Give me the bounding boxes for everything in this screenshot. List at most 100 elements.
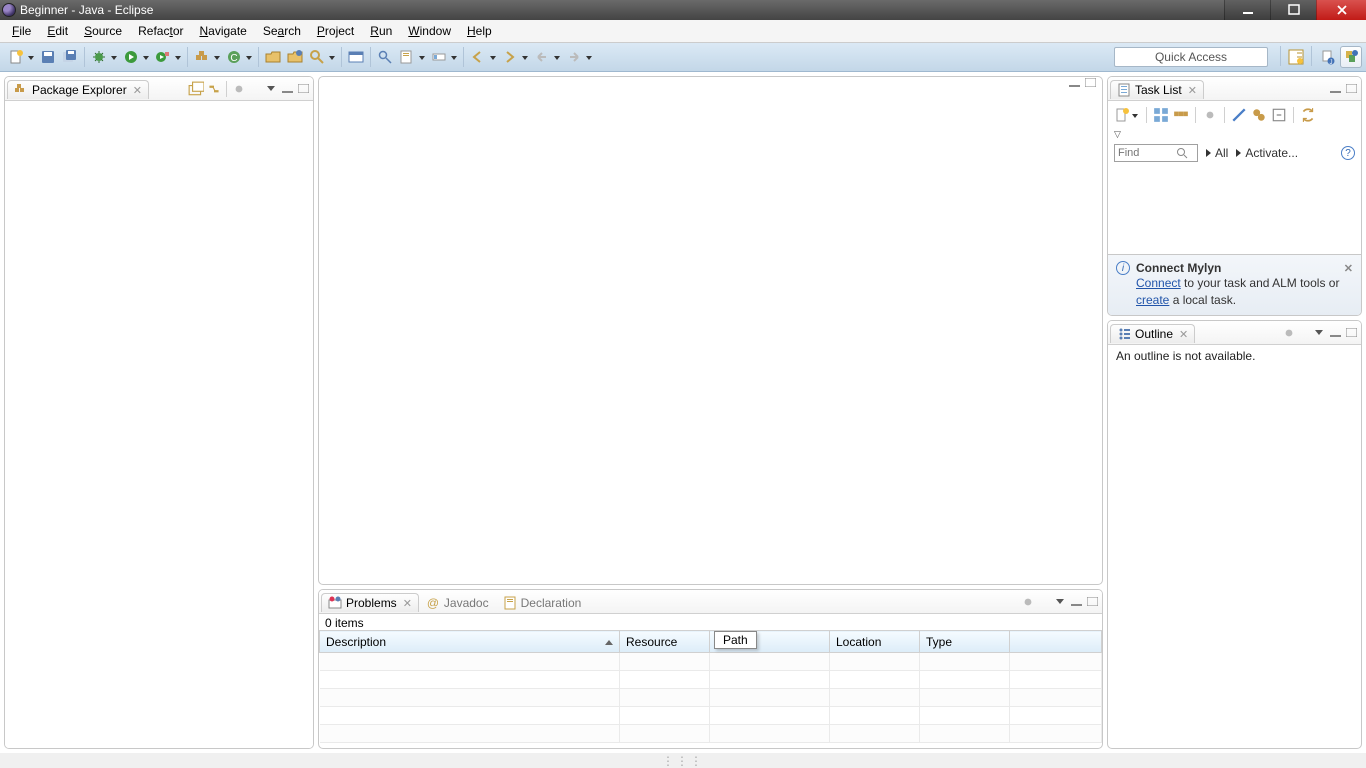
- menu-navigate[interactable]: Navigate: [191, 22, 254, 40]
- col-resource[interactable]: Resource: [620, 631, 710, 653]
- mylyn-close-icon[interactable]: ✕: [1344, 262, 1353, 275]
- minimize-button[interactable]: [1224, 0, 1270, 20]
- mylyn-text: to your task and ALM tools or: [1181, 276, 1340, 290]
- annotate-button[interactable]: [397, 47, 427, 67]
- back-button[interactable]: [532, 47, 562, 67]
- forward-button[interactable]: [564, 47, 594, 67]
- focus-problems-button[interactable]: [1020, 594, 1036, 610]
- skip-breakpoints-button[interactable]: [375, 47, 395, 67]
- editor-maximize-button[interactable]: [1084, 77, 1096, 88]
- run-button[interactable]: [121, 47, 151, 67]
- menu-run[interactable]: Run: [362, 22, 400, 40]
- save-button[interactable]: [38, 47, 58, 67]
- table-row[interactable]: [320, 689, 1102, 707]
- javadoc-tab[interactable]: @ Javadoc: [419, 593, 496, 613]
- back-history-button[interactable]: [468, 47, 498, 67]
- tasklist-minimize-button[interactable]: [1329, 83, 1341, 94]
- open-perspective-button[interactable]: [1285, 46, 1307, 68]
- all-link[interactable]: All: [1206, 146, 1228, 160]
- focus-workweek-button[interactable]: [1202, 107, 1218, 123]
- toggle-breadcrumb-button[interactable]: [346, 47, 366, 67]
- maximize-button[interactable]: [1270, 0, 1316, 20]
- view-menu-button[interactable]: [263, 81, 279, 97]
- java-ee-perspective-button[interactable]: [1340, 46, 1362, 68]
- new-button[interactable]: [6, 47, 36, 67]
- outline-minimize-button[interactable]: [1329, 327, 1341, 338]
- menu-edit[interactable]: Edit: [39, 22, 76, 40]
- tasklist-maximize-button[interactable]: [1345, 83, 1357, 94]
- menu-search[interactable]: Search: [255, 22, 309, 40]
- categorized-button[interactable]: [1153, 107, 1169, 123]
- new-task-button[interactable]: [1114, 105, 1140, 125]
- debug-button[interactable]: [89, 47, 119, 67]
- editor-area[interactable]: [319, 87, 1102, 584]
- col-location[interactable]: Location: [830, 631, 920, 653]
- close-icon[interactable]: ✕: [133, 84, 142, 97]
- search-button[interactable]: [307, 47, 337, 67]
- minimize-view-button[interactable]: [281, 83, 293, 94]
- package-explorer-tab[interactable]: Package Explorer ✕: [7, 80, 149, 99]
- col-description[interactable]: Description: [320, 631, 620, 653]
- close-button[interactable]: [1316, 0, 1366, 20]
- problems-menu-button[interactable]: [1052, 594, 1068, 610]
- editor-minimize-button[interactable]: [1068, 77, 1080, 88]
- java-perspective-button[interactable]: J: [1316, 46, 1338, 68]
- table-row[interactable]: [320, 653, 1102, 671]
- menu-help[interactable]: Help: [459, 22, 500, 40]
- close-icon[interactable]: ✕: [1179, 328, 1188, 341]
- activate-link[interactable]: Activate...: [1236, 146, 1298, 160]
- collapse-all-button[interactable]: [188, 81, 204, 97]
- quick-access-button[interactable]: Quick Access: [1114, 47, 1268, 67]
- resize-grip-icon[interactable]: ⋮⋮⋮: [662, 754, 704, 768]
- table-row[interactable]: [320, 725, 1102, 743]
- outline-menu-button[interactable]: [1311, 325, 1327, 341]
- focus-outline-button[interactable]: [1281, 325, 1297, 341]
- run-last-button[interactable]: [153, 47, 183, 67]
- open-task-button[interactable]: [285, 47, 305, 67]
- problems-maximize-button[interactable]: [1086, 596, 1098, 607]
- synchronize-button[interactable]: [1300, 107, 1316, 123]
- menu-project[interactable]: Project: [309, 22, 362, 40]
- link-editor-button[interactable]: [206, 81, 222, 97]
- problems-icon: [328, 596, 342, 610]
- hide-button[interactable]: [1231, 107, 1247, 123]
- connect-link[interactable]: Connect: [1136, 276, 1181, 290]
- declaration-tab[interactable]: Declaration: [496, 593, 589, 613]
- menu-window[interactable]: Window: [400, 22, 459, 40]
- new-package-button[interactable]: [192, 47, 222, 67]
- close-icon[interactable]: ✕: [1188, 84, 1197, 97]
- problems-tab[interactable]: Problems ✕: [321, 593, 419, 612]
- menu-refactor[interactable]: Refactor: [130, 22, 191, 40]
- problems-minimize-button[interactable]: [1070, 596, 1082, 607]
- outline-empty-label: An outline is not available.: [1108, 345, 1361, 367]
- task-find-input[interactable]: [1118, 147, 1176, 159]
- close-icon[interactable]: ✕: [403, 597, 412, 610]
- show-ui-legend-button[interactable]: [1251, 107, 1267, 123]
- table-row[interactable]: [320, 707, 1102, 725]
- help-icon[interactable]: ?: [1341, 146, 1355, 160]
- search-icon: [1176, 147, 1188, 159]
- outline-maximize-button[interactable]: [1345, 327, 1357, 338]
- new-class-button[interactable]: C: [224, 47, 254, 67]
- outline-title: Outline: [1135, 327, 1173, 341]
- outline-tab[interactable]: Outline ✕: [1110, 324, 1195, 343]
- collapse-toggle[interactable]: ▽: [1108, 129, 1361, 140]
- save-all-button[interactable]: [60, 47, 80, 67]
- task-find-field[interactable]: [1114, 144, 1198, 162]
- focus-task-button[interactable]: [231, 81, 247, 97]
- table-row[interactable]: [320, 671, 1102, 689]
- scheduled-button[interactable]: [1173, 107, 1189, 123]
- package-explorer-body[interactable]: [5, 101, 313, 748]
- pin-button[interactable]: [429, 47, 459, 67]
- open-type-button[interactable]: [263, 47, 283, 67]
- col-type[interactable]: Type: [920, 631, 1010, 653]
- task-list-tab[interactable]: Task List ✕: [1110, 80, 1204, 99]
- problems-table[interactable]: Description Resource Path Location Type: [319, 630, 1102, 743]
- task-list-body[interactable]: [1108, 166, 1361, 254]
- collapse-button[interactable]: [1271, 107, 1287, 123]
- create-link[interactable]: create: [1136, 293, 1169, 307]
- menu-source[interactable]: Source: [76, 22, 130, 40]
- forward-history-button[interactable]: [500, 47, 530, 67]
- menu-file[interactable]: File: [4, 22, 39, 40]
- maximize-view-button[interactable]: [297, 83, 309, 94]
